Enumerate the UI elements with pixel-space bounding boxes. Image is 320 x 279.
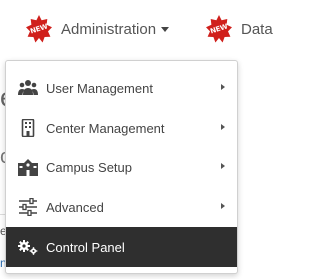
menu-item-advanced[interactable]: Advanced [6, 187, 237, 227]
campus-icon [18, 159, 38, 176]
menu-item-label: Advanced [46, 199, 104, 215]
nav-data[interactable]: NEW Data [204, 14, 273, 44]
caret-down-icon [161, 26, 170, 32]
menu-item-campus-setup[interactable]: Campus Setup [6, 147, 237, 187]
menu-item-control-panel[interactable]: Control Panel [6, 227, 237, 267]
menu-item-label: User Management [46, 80, 153, 96]
chevron-right-icon [221, 203, 225, 209]
chevron-right-icon [221, 163, 225, 169]
menu-item-center-management[interactable]: Center Management [6, 108, 237, 148]
new-badge-icon: NEW [24, 14, 54, 44]
menu-item-user-management[interactable]: User Management [6, 68, 237, 108]
nav-administration[interactable]: NEW Administration [24, 14, 170, 44]
top-navbar: NEW Administration NEW Data [0, 0, 273, 56]
sliders-icon [19, 198, 37, 216]
administration-dropdown-menu: User Management Center Management Campus… [5, 60, 238, 274]
gears-icon [18, 240, 38, 255]
menu-item-label: Center Management [46, 120, 165, 136]
nav-administration-label: Administration [61, 20, 157, 38]
building-icon [21, 119, 35, 137]
chevron-right-icon [221, 124, 225, 130]
chevron-right-icon [221, 84, 225, 90]
menu-item-label: Campus Setup [46, 159, 132, 175]
nav-data-label: Data [241, 20, 273, 38]
new-badge-icon: NEW [204, 14, 234, 44]
users-icon [18, 80, 38, 95]
menu-item-label: Control Panel [46, 239, 125, 255]
